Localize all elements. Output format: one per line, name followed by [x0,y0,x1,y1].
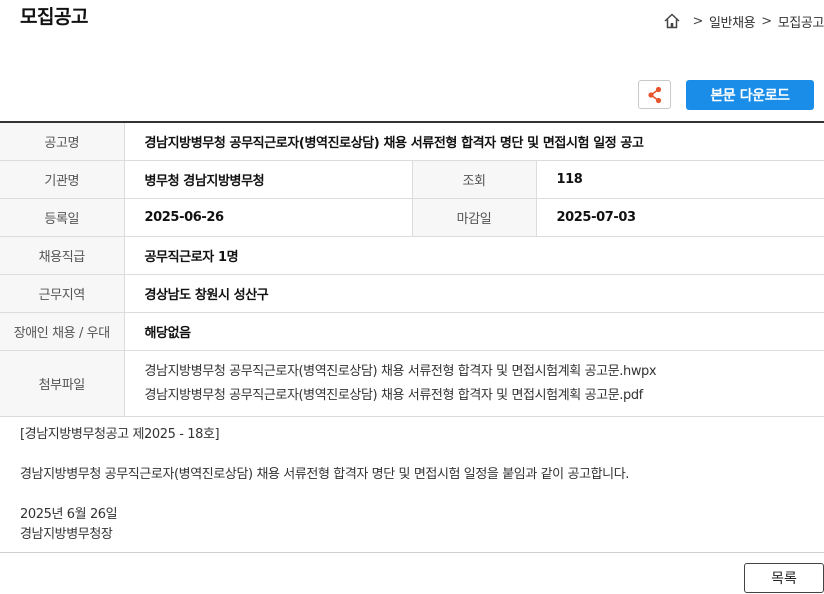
breadcrumb-item-general-hiring[interactable]: 일반채용 [709,12,756,31]
field-label-deadline: 마감일 [412,198,537,237]
notice-paragraph: 경남지방병무청 공무직근로자(병역진로상담) 채용 서류전형 합격자 명단 및 … [20,467,630,482]
table-row: 장애인 채용 / 우대 해당없음 [0,312,824,351]
field-value-org: 병무청 경남지방병무청 [124,160,413,199]
field-label-attachments: 첨부파일 [0,350,125,417]
attachment-link-hwpx[interactable]: 경남지방병무청 공무직근로자(병역진로상담) 채용 서류전형 합격자 및 면접시… [145,360,824,384]
notice-info-table: 공고명 경남지방병무청 공무직근로자(병역진로상담) 채용 서류전형 합격자 명… [0,121,824,417]
table-row: 채용직급 공무직근로자 1명 [0,236,824,275]
breadcrumb: > 일반채용 > 모집공고 [663,10,824,32]
download-body-button[interactable]: 본문 다운로드 [686,80,814,110]
table-row: 근무지역 경상남도 창원시 성산구 [0,274,824,313]
notice-body: [경남지방병무청공고 제2025 - 18호] 경남지방병무청 공무직근로자(병… [20,425,810,545]
share-icon [647,86,661,103]
table-row: 공고명 경남지방병무청 공무직근로자(병역진로상담) 채용 서류전형 합격자 명… [0,122,824,161]
attachment-link-pdf[interactable]: 경남지방병무청 공무직근로자(병역진로상담) 채용 서류전형 합격자 및 면접시… [145,384,824,408]
field-value-deadline: 2025-07-03 [536,198,824,237]
field-label-location: 근무지역 [0,274,125,313]
field-label-reg-date: 등록일 [0,198,125,237]
field-label-title: 공고명 [0,122,125,161]
field-value-location: 경상남도 창원시 성산구 [124,274,824,313]
page-title: 모집공고 [20,6,88,28]
field-value-reg-date: 2025-06-26 [124,198,413,237]
share-button[interactable] [638,80,671,109]
table-row: 첨부파일 경남지방병무청 공무직근로자(병역진로상담) 채용 서류전형 합격자 … [0,350,824,417]
breadcrumb-separator: > [692,13,704,29]
field-label-job-level: 채용직급 [0,236,125,275]
notice-date: 2025년 6월 26일 [20,507,118,522]
field-label-views: 조회 [412,160,537,199]
list-button[interactable]: 목록 [744,563,824,593]
field-label-org: 기관명 [0,160,125,199]
notice-signer: 경남지방병무청장 [20,527,113,542]
table-row: 등록일 2025-06-26 마감일 2025-07-03 [0,198,824,237]
attachment-list: 경남지방병무청 공무직근로자(병역진로상담) 채용 서류전형 합격자 및 면접시… [124,350,824,417]
home-icon[interactable] [663,12,681,30]
field-label-disabled: 장애인 채용 / 우대 [0,312,125,351]
field-value-disabled: 해당없음 [124,312,824,351]
breadcrumb-separator: > [761,13,772,29]
field-value-views: 118 [536,160,824,199]
breadcrumb-item-notice[interactable]: 모집공고 [778,12,824,31]
notice-number: [경남지방병무청공고 제2025 - 18호] [20,427,220,442]
field-value-job-level: 공무직근로자 1명 [124,236,824,275]
table-row: 기관명 병무청 경남지방병무청 조회 118 [0,160,824,199]
field-value-title: 경남지방병무청 공무직근로자(병역진로상담) 채용 서류전형 합격자 명단 및 … [124,122,824,161]
divider [0,552,824,553]
